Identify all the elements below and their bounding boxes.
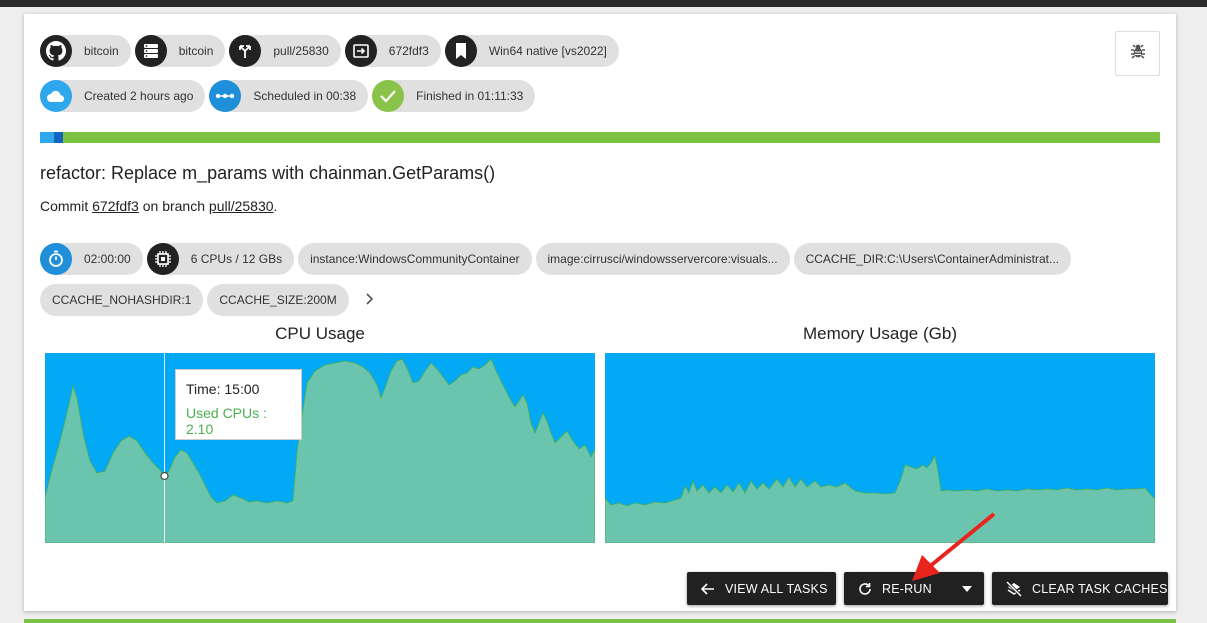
github-icon <box>40 35 72 67</box>
scheduled-label: Scheduled in 00:38 <box>253 89 357 103</box>
cpu-usage-area <box>45 358 595 543</box>
commit-icon <box>344 35 377 67</box>
hover-point <box>160 471 169 481</box>
branch-label: pull/25830 <box>273 44 329 58</box>
arrow-left-icon <box>701 582 715 595</box>
repo-name-chip[interactable]: bitcoin <box>134 35 226 67</box>
cloud-icon <box>40 80 72 112</box>
cpu-chart-title: CPU Usage <box>275 324 365 343</box>
more-chips-button[interactable] <box>353 284 387 316</box>
timeout-label: 02:00:00 <box>84 252 131 266</box>
clear-task-caches-button[interactable]: CLEAR TASK CACHES <box>992 572 1168 605</box>
created-label: Created 2 hours ago <box>84 89 194 103</box>
commit-line: Commit 672fdf3 on branch pull/25830. <box>40 198 277 214</box>
bookmark-icon <box>444 35 477 67</box>
bug-icon <box>1129 42 1147 65</box>
finished-chip: Finished in 01:11:33 <box>372 80 536 112</box>
cpu-mem-label: 6 CPUs / 12 GBs <box>190 252 283 266</box>
status-row: Created 2 hours ago Scheduled in 00:38 F… <box>40 80 536 112</box>
task-title: refactor: Replace m_params with chainman… <box>40 163 496 183</box>
image-label: image:cirrusci/windowsservercore:visuals… <box>547 252 778 266</box>
branch-link[interactable]: pull/25830 <box>209 198 274 214</box>
tooltip-value: Used CPUs : 2.10 <box>186 405 267 437</box>
commit-hash-label: 672fdf3 <box>388 44 429 58</box>
instance-chip: instance:WindowsCommunityContainer <box>298 243 532 275</box>
check-icon <box>372 80 405 112</box>
scheduled-chip: Scheduled in 00:38 <box>209 80 369 112</box>
memory-usage-chart[interactable] <box>605 353 1155 543</box>
debug-button[interactable] <box>1115 31 1160 76</box>
commit-prefix: Commit <box>40 198 89 214</box>
timeout-chip: 02:00:00 <box>40 243 143 275</box>
task-timeline-bar <box>40 132 1160 143</box>
scheduled-icon <box>209 80 242 112</box>
commit-middle: on branch <box>142 198 206 214</box>
repo-name-label: bitcoin <box>178 44 214 58</box>
repo-owner-chip[interactable]: bitcoin <box>40 35 131 67</box>
memory-chart-title: Memory Usage (Gb) <box>803 324 957 343</box>
memory-chart-svg <box>605 454 1155 543</box>
ccache-dir-chip: CCACHE_DIR:C:\Users\ContainerAdministrat… <box>793 243 1071 275</box>
cpu-mem-chip: 6 CPUs / 12 GBs <box>146 243 295 275</box>
timer-icon <box>40 243 72 275</box>
next-card-edge <box>24 619 1176 623</box>
view-all-tasks-button[interactable]: VIEW ALL TASKS <box>687 572 836 605</box>
tooltip-time: Time: 15:00 <box>186 381 260 397</box>
repository-icon <box>134 35 167 67</box>
chevron-right-icon <box>365 292 375 308</box>
branch-chip[interactable]: pull/25830 <box>229 35 341 67</box>
clear-task-caches-label: CLEAR TASK CACHES <box>1032 581 1168 596</box>
memory-usage-area <box>605 454 1155 543</box>
repo-owner-label: bitcoin <box>84 44 119 58</box>
created-chip: Created 2 hours ago <box>40 80 206 112</box>
platform-label: Win64 native [vs2022] <box>488 44 607 58</box>
repo-info-row: bitcoin bitcoin pull/25830 672fdf3 Win64… <box>40 35 619 67</box>
commit-suffix: . <box>273 198 278 214</box>
annotation-arrow <box>912 512 996 581</box>
ccache-nohashdir-chip: CCACHE_NOHASHDIR:1 <box>40 284 204 316</box>
branch-icon <box>229 35 262 67</box>
ccache-size-chip: CCACHE_SIZE:200M <box>207 284 349 316</box>
chart-tooltip: Time: 15:00 Used CPUs : 2.10 <box>175 369 302 440</box>
image-chip: image:cirrusci/windowsservercore:visuals… <box>535 243 790 275</box>
timeline-scheduled-segment <box>54 132 63 143</box>
commit-link[interactable]: 672fdf3 <box>92 198 139 214</box>
resource-row-2: CCACHE_NOHASHDIR:1 CCACHE_SIZE:200M <box>40 284 387 316</box>
platform-chip[interactable]: Win64 native [vs2022] <box>444 35 619 67</box>
refresh-icon <box>858 582 872 596</box>
commit-chip[interactable]: 672fdf3 <box>344 35 441 67</box>
top-app-bar <box>0 0 1207 7</box>
cpu-chart-svg <box>45 353 595 543</box>
timeline-created-segment <box>40 132 54 143</box>
finished-label: Finished in 01:11:33 <box>416 89 524 103</box>
ccache-nohashdir-label: CCACHE_NOHASHDIR:1 <box>52 293 192 307</box>
task-card: bitcoin bitcoin pull/25830 672fdf3 Win64… <box>24 14 1176 611</box>
ccache-dir-label: CCACHE_DIR:C:\Users\ContainerAdministrat… <box>805 252 1059 266</box>
ccache-size-label: CCACHE_SIZE:200M <box>219 293 337 307</box>
layers-clear-icon <box>1006 580 1022 597</box>
view-all-tasks-label: VIEW ALL TASKS <box>725 581 828 596</box>
cpu-usage-chart[interactable]: Time: 15:00 Used CPUs : 2.10 <box>45 353 595 543</box>
cpu-icon <box>146 243 179 275</box>
instance-label: instance:WindowsCommunityContainer <box>310 252 520 266</box>
resource-row-1: 02:00:00 6 CPUs / 12 GBs instance:Window… <box>40 243 1071 275</box>
